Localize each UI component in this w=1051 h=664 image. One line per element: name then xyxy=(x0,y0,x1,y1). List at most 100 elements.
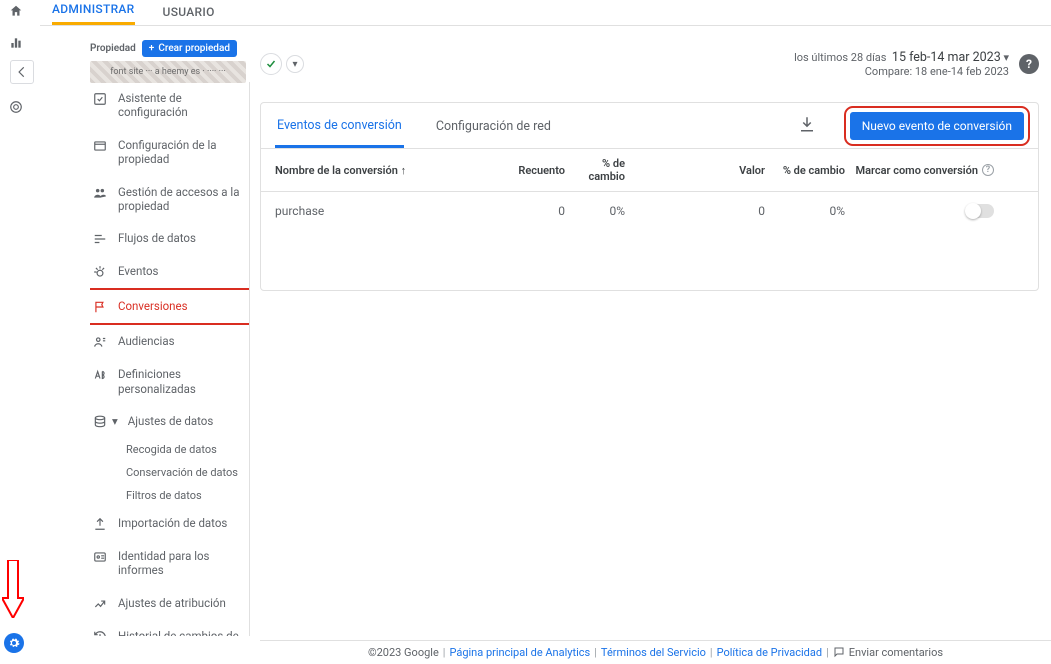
table-row: purchase 0 0% 0 0% xyxy=(261,192,1038,230)
menu-label: Identidad para los informes xyxy=(118,549,243,578)
col-mark-conversion: Marcar como conversión? xyxy=(845,164,1024,177)
main-toolbar: ▾ los últimos 28 días 15 feb-14 mar 2023… xyxy=(260,44,1039,84)
tab-network-settings[interactable]: Configuración de red xyxy=(434,105,553,146)
tab-admin[interactable]: ADMINISTRAR xyxy=(52,0,135,25)
menu-label: Eventos xyxy=(118,264,158,278)
sort-up-icon: ↑ xyxy=(401,164,407,177)
admin-panel: Propiedad + Crear propiedad font site ··… xyxy=(50,32,260,636)
menu-label: Importación de datos xyxy=(118,516,227,530)
top-tabs: ADMINISTRAR USUARIO xyxy=(40,0,1051,26)
back-button[interactable] xyxy=(10,60,34,84)
panel-tabs: Eventos de conversión Configuración de r… xyxy=(261,103,1038,149)
database-icon xyxy=(92,415,108,429)
date-range-picker[interactable]: los últimos 28 días 15 feb-14 mar 2023 ▾… xyxy=(794,50,1039,78)
cell-value: 0 xyxy=(715,204,765,218)
menu-label: Audiencias xyxy=(118,334,175,348)
chevron-down-icon: ▾ xyxy=(1003,51,1009,64)
menu-property-settings[interactable]: Configuración de la propiedad xyxy=(90,129,249,176)
menu-label: Historial de cambios de la propiedad xyxy=(118,629,243,636)
date-range: 15 feb-14 mar 2023 xyxy=(892,50,1001,65)
menu-access-management[interactable]: Gestión de accesos a la propiedad xyxy=(90,176,249,223)
menu-custom-definitions[interactable]: Definiciones personalizadas xyxy=(90,358,249,405)
footer-link-terms[interactable]: Términos del Servicio xyxy=(601,646,706,659)
caret-down-icon: ▾ xyxy=(112,414,118,428)
menu-setup-assistant[interactable]: Asistente de configuración xyxy=(90,82,249,129)
menu-label: Ajustes de atribución xyxy=(118,596,226,610)
submenu-data-filters[interactable]: Filtros de datos xyxy=(90,484,249,507)
col-count: Recuento xyxy=(505,164,565,177)
audience-icon xyxy=(92,335,108,349)
menu-label: Conversiones xyxy=(118,299,188,313)
menu-data-settings[interactable]: ▾ Ajustes de datos xyxy=(90,405,249,438)
menu-attribution-settings[interactable]: Ajustes de atribución xyxy=(90,587,249,620)
reports-icon[interactable] xyxy=(9,36,23,50)
cell-name: purchase xyxy=(275,204,505,218)
download-icon[interactable] xyxy=(794,111,820,141)
admin-gear-icon[interactable] xyxy=(4,633,24,653)
checklist-icon xyxy=(92,92,108,106)
footer-link-privacy[interactable]: Política de Privacidad xyxy=(717,646,822,659)
property-selector[interactable]: font site ··· a heemy es · ···· ··· xyxy=(90,61,246,83)
cell-count: 0 xyxy=(505,204,565,218)
new-conversion-event-button[interactable]: Nuevo evento de conversión xyxy=(850,112,1024,140)
streams-icon xyxy=(92,232,108,246)
create-property-label: Crear propiedad xyxy=(158,43,230,54)
menu-events[interactable]: Eventos xyxy=(90,255,249,288)
abc-icon xyxy=(92,368,108,382)
cell-change: 0% xyxy=(565,204,645,218)
cell-change-2: 0% xyxy=(765,204,845,218)
annotation-arrow xyxy=(2,560,24,618)
col-change-2: % de cambio xyxy=(765,164,845,177)
plus-icon: + xyxy=(149,43,155,54)
footer-link-analytics-home[interactable]: Página principal de Analytics xyxy=(449,646,590,659)
submenu-data-collection[interactable]: Recogida de datos xyxy=(90,438,249,461)
submenu-data-retention[interactable]: Conservación de datos xyxy=(90,461,249,484)
footer: ©2023 Google | Página principal de Analy… xyxy=(260,640,1051,664)
table-header: Nombre de la conversión ↑ Recuento % de … xyxy=(261,149,1038,192)
col-value: Valor xyxy=(715,164,765,177)
create-property-button[interactable]: + Crear propiedad xyxy=(142,40,237,57)
history-icon xyxy=(92,630,108,636)
identity-icon xyxy=(92,550,108,564)
card-icon xyxy=(92,139,108,153)
conversions-panel: Eventos de conversión Configuración de r… xyxy=(260,102,1039,291)
ads-icon[interactable] xyxy=(9,100,23,114)
help-icon[interactable]: ? xyxy=(982,164,994,176)
menu-audiences[interactable]: Audiencias xyxy=(90,325,249,358)
feedback-icon xyxy=(833,646,845,659)
property-menu: Asistente de configuración Configuración… xyxy=(90,82,250,636)
home-icon[interactable] xyxy=(9,4,23,18)
col-name[interactable]: Nombre de la conversión ↑ xyxy=(275,164,505,177)
menu-label: Configuración de la propiedad xyxy=(118,138,243,167)
col-change: % de cambio xyxy=(565,157,645,183)
menu-label: Flujos de datos xyxy=(118,231,196,245)
menu-data-import[interactable]: Importación de datos xyxy=(90,507,249,540)
menu-label: Gestión de accesos a la propiedad xyxy=(118,185,243,214)
help-icon[interactable]: ? xyxy=(1019,54,1039,74)
menu-label: Asistente de configuración xyxy=(118,91,243,120)
people-icon xyxy=(92,186,108,200)
date-prefix: los últimos 28 días xyxy=(794,51,886,64)
property-column-header: Propiedad + Crear propiedad font site ··… xyxy=(90,40,246,83)
footer-link-feedback[interactable]: Enviar comentarios xyxy=(849,646,943,659)
menu-label: Definiciones personalizadas xyxy=(118,367,243,396)
upload-icon xyxy=(92,517,108,531)
tab-conversion-events[interactable]: Eventos de conversión xyxy=(275,104,404,148)
tab-user[interactable]: USUARIO xyxy=(163,0,215,25)
footer-copyright: ©2023 Google xyxy=(368,646,439,659)
attribution-icon xyxy=(92,597,108,611)
check-icon xyxy=(260,53,282,75)
menu-conversions[interactable]: Conversiones xyxy=(90,288,250,325)
menu-data-streams[interactable]: Flujos de datos xyxy=(90,222,249,255)
menu-label: Ajustes de datos xyxy=(128,414,214,428)
events-icon xyxy=(92,265,108,279)
menu-reporting-identity[interactable]: Identidad para los informes xyxy=(90,540,249,587)
menu-change-history[interactable]: Historial de cambios de la propiedad xyxy=(90,620,249,636)
flag-icon xyxy=(92,300,108,314)
status-indicator[interactable]: ▾ xyxy=(260,53,304,75)
main-content: ▾ los últimos 28 días 15 feb-14 mar 2023… xyxy=(260,44,1039,636)
property-label: Propiedad xyxy=(90,43,136,54)
chevron-down-icon[interactable]: ▾ xyxy=(286,55,304,73)
date-compare: Compare: 18 ene-14 feb 2023 xyxy=(794,65,1009,78)
conversion-toggle[interactable] xyxy=(966,204,994,218)
